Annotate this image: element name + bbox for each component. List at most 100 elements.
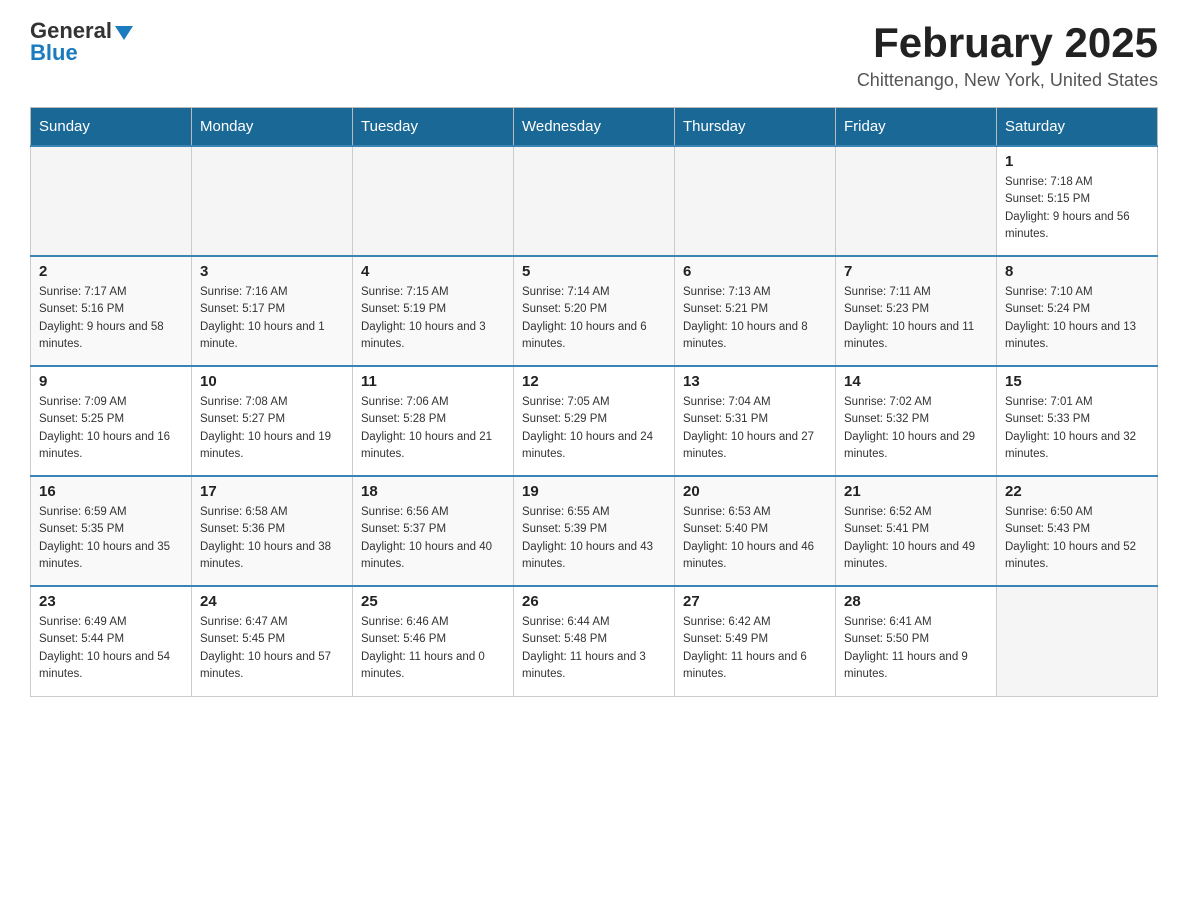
day-of-week-header: Wednesday	[514, 108, 675, 147]
day-number: 6	[683, 263, 827, 280]
day-info: Sunrise: 7:01 AMSunset: 5:33 PMDaylight:…	[1005, 394, 1149, 463]
calendar-week-row: 23 Sunrise: 6:49 AMSunset: 5:44 PMDayligh…	[31, 586, 1158, 696]
day-info: Sunrise: 7:13 AMSunset: 5:21 PMDaylight:…	[683, 284, 827, 353]
location-subtitle: Chittenango, New York, United States	[857, 70, 1158, 91]
calendar-week-row: 2 Sunrise: 7:17 AMSunset: 5:16 PMDaylight…	[31, 256, 1158, 366]
day-info: Sunrise: 7:02 AMSunset: 5:32 PMDaylight:…	[844, 394, 988, 463]
calendar-day-cell: 24Sunrise: 6:47 AMSunset: 5:45 PMDayligh…	[192, 586, 353, 696]
day-number: 19	[522, 483, 666, 500]
calendar-day-cell: 8 Sunrise: 7:10 AMSunset: 5:24 PMDaylight…	[997, 256, 1158, 366]
day-info: Sunrise: 7:08 AMSunset: 5:27 PMDaylight:…	[200, 394, 344, 463]
day-info: Sunrise: 7:16 AMSunset: 5:17 PMDaylight:…	[200, 284, 344, 353]
calendar-day-cell: 14 Sunrise: 7:02 AMSunset: 5:32 PMDayligh…	[836, 366, 997, 476]
calendar-day-cell: 10 Sunrise: 7:08 AMSunset: 5:27 PMDayligh…	[192, 366, 353, 476]
day-info: Sunrise: 6:47 AMSunset: 5:45 PMDaylight:…	[200, 614, 344, 683]
logo-blue-text: Blue	[30, 40, 78, 65]
calendar-table: SundayMondayTuesdayWednesdayThursdayFrid…	[30, 107, 1158, 697]
day-info: Sunrise: 7:17 AMSunset: 5:16 PMDaylight:…	[39, 284, 183, 353]
calendar-day-cell: 20Sunrise: 6:53 AMSunset: 5:40 PMDayligh…	[675, 476, 836, 586]
calendar-day-cell	[836, 146, 997, 256]
day-number: 9	[39, 373, 183, 390]
day-info: Sunrise: 7:06 AMSunset: 5:28 PMDaylight:…	[361, 394, 505, 463]
day-info: Sunrise: 7:09 AMSunset: 5:25 PMDaylight:…	[39, 394, 183, 463]
calendar-day-cell: 1 Sunrise: 7:18 AMSunset: 5:15 PMDaylight…	[997, 146, 1158, 256]
calendar-week-row: 1 Sunrise: 7:18 AMSunset: 5:15 PMDaylight…	[31, 146, 1158, 256]
day-of-week-header: Saturday	[997, 108, 1158, 147]
day-info: Sunrise: 6:50 AMSunset: 5:43 PMDaylight:…	[1005, 504, 1149, 573]
calendar-day-cell	[353, 146, 514, 256]
calendar-day-cell: 22 Sunrise: 6:50 AMSunset: 5:43 PMDayligh…	[997, 476, 1158, 586]
calendar-day-cell: 7 Sunrise: 7:11 AMSunset: 5:23 PMDaylight…	[836, 256, 997, 366]
day-number: 27	[683, 593, 827, 610]
day-info: Sunrise: 7:11 AMSunset: 5:23 PMDaylight:…	[844, 284, 988, 353]
day-number: 21	[844, 483, 988, 500]
day-number: 18	[361, 483, 505, 500]
day-of-week-header: Thursday	[675, 108, 836, 147]
calendar-day-cell: 12 Sunrise: 7:05 AMSunset: 5:29 PMDayligh…	[514, 366, 675, 476]
calendar-day-cell: 16 Sunrise: 6:59 AMSunset: 5:35 PMDayligh…	[31, 476, 192, 586]
calendar-day-cell: 15Sunrise: 7:01 AMSunset: 5:33 PMDayligh…	[997, 366, 1158, 476]
day-info: Sunrise: 6:59 AMSunset: 5:35 PMDaylight:…	[39, 504, 183, 573]
day-info: Sunrise: 7:10 AMSunset: 5:24 PMDaylight:…	[1005, 284, 1149, 353]
day-number: 26	[522, 593, 666, 610]
calendar-day-cell: 17 Sunrise: 6:58 AMSunset: 5:36 PMDayligh…	[192, 476, 353, 586]
day-info: Sunrise: 6:58 AMSunset: 5:36 PMDaylight:…	[200, 504, 344, 573]
day-info: Sunrise: 6:49 AMSunset: 5:44 PMDaylight:…	[39, 614, 183, 683]
calendar-day-cell: 3 Sunrise: 7:16 AMSunset: 5:17 PMDaylight…	[192, 256, 353, 366]
day-number: 7	[844, 263, 988, 280]
logo: General Blue	[30, 20, 133, 65]
day-info: Sunrise: 7:05 AMSunset: 5:29 PMDaylight:…	[522, 394, 666, 463]
day-number: 10	[200, 373, 344, 390]
day-number: 25	[361, 593, 505, 610]
month-title: February 2025	[857, 20, 1158, 66]
calendar-day-cell: 28Sunrise: 6:41 AMSunset: 5:50 PMDayligh…	[836, 586, 997, 696]
calendar-day-cell: 25 Sunrise: 6:46 AMSunset: 5:46 PMDayligh…	[353, 586, 514, 696]
day-info: Sunrise: 7:15 AMSunset: 5:19 PMDaylight:…	[361, 284, 505, 353]
calendar-day-cell: 4Sunrise: 7:15 AMSunset: 5:19 PMDaylight…	[353, 256, 514, 366]
logo-triangle-icon	[115, 26, 133, 40]
day-number: 17	[200, 483, 344, 500]
day-number: 11	[361, 373, 505, 390]
day-info: Sunrise: 6:55 AMSunset: 5:39 PMDaylight:…	[522, 504, 666, 573]
day-number: 3	[200, 263, 344, 280]
calendar-day-cell	[675, 146, 836, 256]
calendar-day-cell	[192, 146, 353, 256]
day-number: 16	[39, 483, 183, 500]
calendar-day-cell	[997, 586, 1158, 696]
day-info: Sunrise: 7:04 AMSunset: 5:31 PMDaylight:…	[683, 394, 827, 463]
day-info: Sunrise: 6:46 AMSunset: 5:46 PMDaylight:…	[361, 614, 505, 683]
page-header: General Blue February 2025 Chittenango, …	[30, 20, 1158, 91]
day-of-week-header: Sunday	[31, 108, 192, 147]
calendar-day-cell: 13 Sunrise: 7:04 AMSunset: 5:31 PMDayligh…	[675, 366, 836, 476]
day-number: 20	[683, 483, 827, 500]
calendar-day-cell: 5Sunrise: 7:14 AMSunset: 5:20 PMDaylight…	[514, 256, 675, 366]
calendar-day-cell: 9 Sunrise: 7:09 AMSunset: 5:25 PMDaylight…	[31, 366, 192, 476]
day-number: 5	[522, 263, 666, 280]
day-info: Sunrise: 6:52 AMSunset: 5:41 PMDaylight:…	[844, 504, 988, 573]
day-of-week-header: Tuesday	[353, 108, 514, 147]
calendar-header-row: SundayMondayTuesdayWednesdayThursdayFrid…	[31, 108, 1158, 147]
day-info: Sunrise: 7:18 AMSunset: 5:15 PMDaylight:…	[1005, 174, 1149, 243]
day-info: Sunrise: 6:44 AMSunset: 5:48 PMDaylight:…	[522, 614, 666, 683]
day-number: 14	[844, 373, 988, 390]
calendar-day-cell: 2 Sunrise: 7:17 AMSunset: 5:16 PMDaylight…	[31, 256, 192, 366]
title-section: February 2025 Chittenango, New York, Uni…	[857, 20, 1158, 91]
day-info: Sunrise: 6:56 AMSunset: 5:37 PMDaylight:…	[361, 504, 505, 573]
calendar-day-cell: 21 Sunrise: 6:52 AMSunset: 5:41 PMDayligh…	[836, 476, 997, 586]
day-info: Sunrise: 6:42 AMSunset: 5:49 PMDaylight:…	[683, 614, 827, 683]
day-number: 22	[1005, 483, 1149, 500]
calendar-day-cell: 27 Sunrise: 6:42 AMSunset: 5:49 PMDayligh…	[675, 586, 836, 696]
calendar-day-cell: 11 Sunrise: 7:06 AMSunset: 5:28 PMDayligh…	[353, 366, 514, 476]
day-number: 8	[1005, 263, 1149, 280]
calendar-day-cell: 23 Sunrise: 6:49 AMSunset: 5:44 PMDayligh…	[31, 586, 192, 696]
calendar-week-row: 16 Sunrise: 6:59 AMSunset: 5:35 PMDayligh…	[31, 476, 1158, 586]
day-of-week-header: Friday	[836, 108, 997, 147]
day-number: 2	[39, 263, 183, 280]
day-number: 23	[39, 593, 183, 610]
calendar-day-cell: 6 Sunrise: 7:13 AMSunset: 5:21 PMDaylight…	[675, 256, 836, 366]
day-number: 12	[522, 373, 666, 390]
day-number: 1	[1005, 153, 1149, 170]
day-of-week-header: Monday	[192, 108, 353, 147]
day-number: 13	[683, 373, 827, 390]
logo-general-text: General	[30, 20, 112, 42]
